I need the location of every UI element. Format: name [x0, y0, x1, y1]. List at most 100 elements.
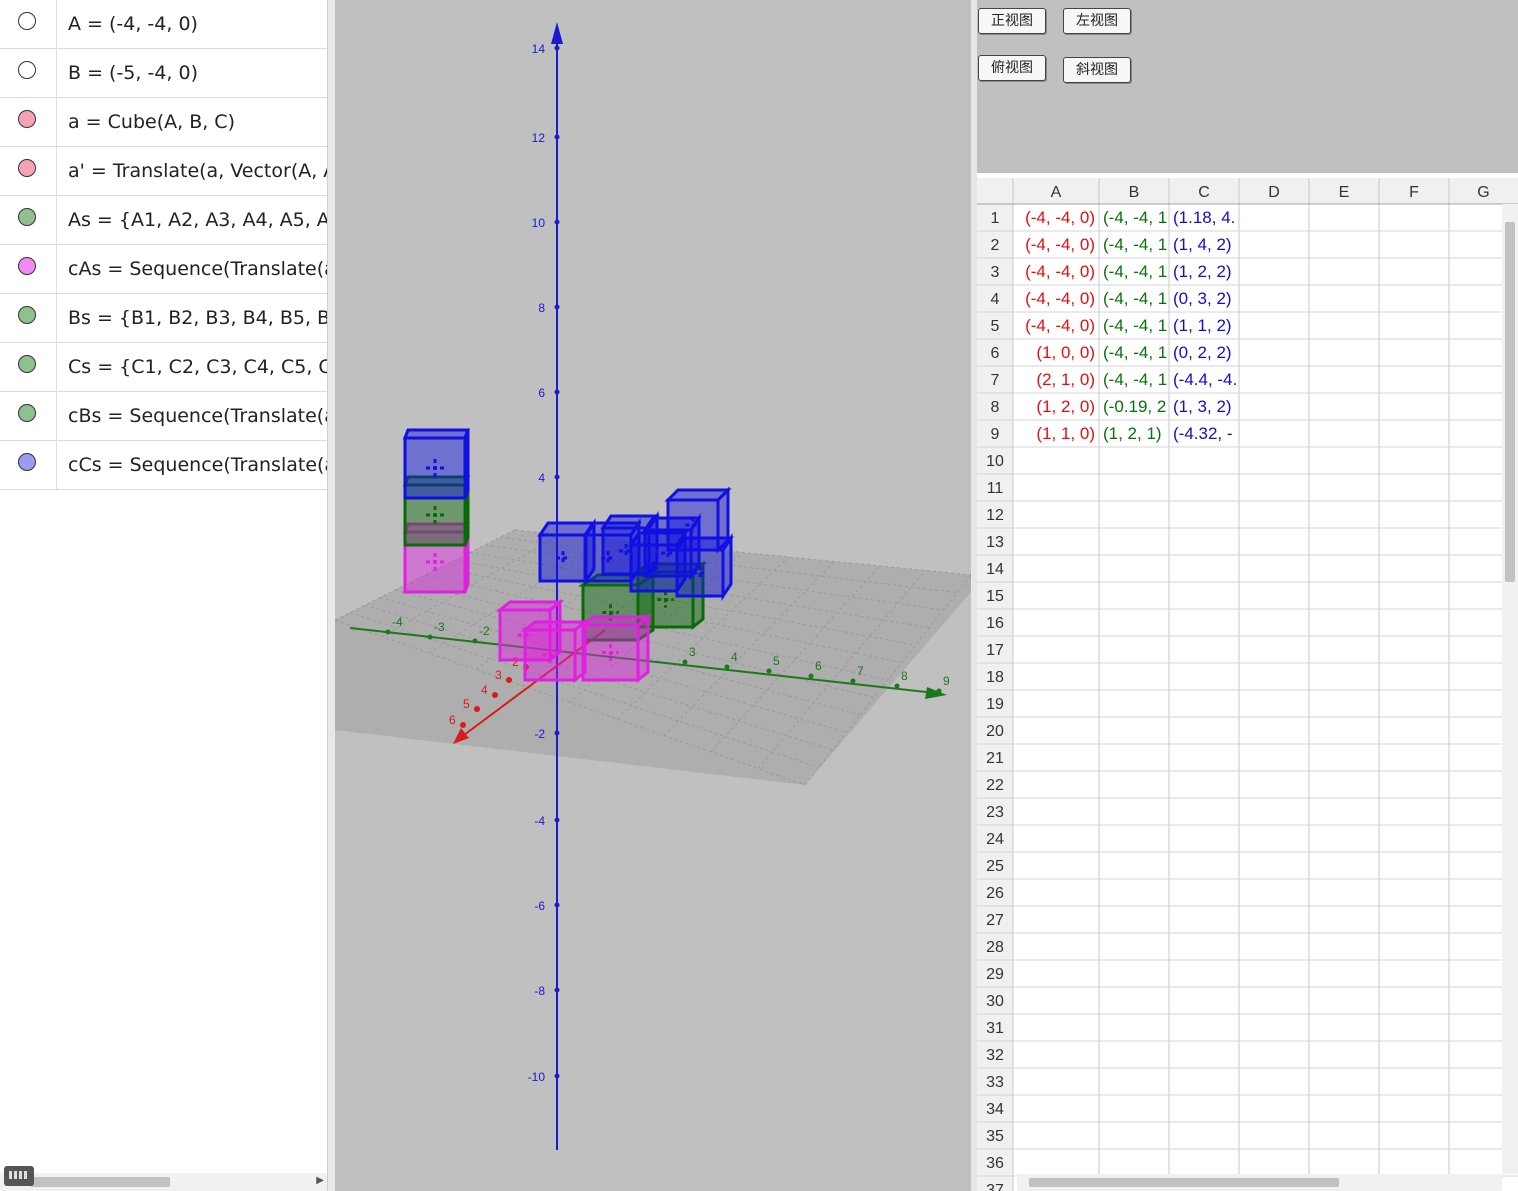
row-header[interactable]: 26: [986, 885, 1004, 902]
spreadsheet-vertical-scrollbar[interactable]: [1502, 204, 1518, 1174]
algebra-row[interactable]: B = (-5, -4, 0): [0, 49, 327, 98]
left-view-button[interactable]: 左视图: [1063, 8, 1131, 34]
spreadsheet-cell[interactable]: (-4, -4, 1: [1103, 262, 1167, 281]
algebra-expression[interactable]: B = (-5, -4, 0): [68, 62, 198, 84]
row-header[interactable]: 3: [991, 264, 1000, 281]
row-header[interactable]: 19: [986, 696, 1004, 713]
algebra-row[interactable]: A = (-4, -4, 0): [0, 0, 327, 49]
row-header[interactable]: 35: [986, 1128, 1004, 1145]
spreadsheet-cell[interactable]: (-4.4, -4.: [1173, 370, 1237, 389]
spreadsheet-cell[interactable]: (-4, -4, 1: [1103, 208, 1167, 227]
row-header[interactable]: 30: [986, 993, 1004, 1010]
row-header[interactable]: 37: [986, 1182, 1004, 1191]
spreadsheet-grid[interactable]: A B C D E F G123456789101112131415161718192021…: [977, 178, 1518, 1191]
spreadsheet-cell[interactable]: (1, 2, 0): [1036, 397, 1095, 416]
oblique-view-button[interactable]: 斜视图: [1063, 57, 1131, 83]
column-header[interactable]: A: [1051, 184, 1062, 201]
magenta-cube[interactable]: [578, 613, 653, 684]
algebra-row[interactable]: a = Cube(A, B, C): [0, 98, 327, 147]
column-header[interactable]: C: [1198, 184, 1210, 201]
column-header[interactable]: B: [1129, 184, 1140, 201]
blue-cube[interactable]: [402, 428, 471, 500]
visibility-toggle-icon[interactable]: [18, 159, 36, 177]
spreadsheet-cell[interactable]: (1.18, 4.: [1173, 208, 1235, 227]
column-header[interactable]: E: [1339, 184, 1350, 201]
visibility-toggle-icon[interactable]: [18, 404, 36, 422]
spreadsheet-cell[interactable]: (1, 2, 2): [1173, 262, 1232, 281]
row-header[interactable]: 4: [991, 291, 1000, 308]
algebra-row[interactable]: a' = Translate(a, Vector(A, A1: [0, 147, 327, 196]
scroll-right-icon[interactable]: ▶: [316, 1175, 324, 1186]
algebra-expression[interactable]: Cs = {C1, C2, C3, C4, C5, C6,: [68, 356, 327, 378]
visibility-toggle-icon[interactable]: [18, 257, 36, 275]
row-header[interactable]: 24: [986, 831, 1004, 848]
spreadsheet-cell[interactable]: (1, 4, 2): [1173, 235, 1232, 254]
spreadsheet-cell[interactable]: (-4, -4, 0): [1025, 316, 1095, 335]
row-header[interactable]: 8: [991, 399, 1000, 416]
algebra-expression[interactable]: cBs = Sequence(Translate(a, V: [68, 405, 327, 427]
row-header[interactable]: 7: [991, 372, 1000, 389]
row-header[interactable]: 18: [986, 669, 1004, 686]
scrollbar-thumb[interactable]: [30, 1177, 170, 1187]
spreadsheet-horizontal-scrollbar[interactable]: [1017, 1174, 1502, 1191]
spreadsheet-cell[interactable]: (-4, -4, 1: [1103, 289, 1167, 308]
row-header[interactable]: 2: [991, 237, 1000, 254]
spreadsheet-cell[interactable]: (0, 3, 2): [1173, 289, 1232, 308]
algebra-horizontal-scrollbar[interactable]: ▶: [0, 1173, 327, 1191]
spreadsheet-cell[interactable]: (-4, -4, 0): [1025, 235, 1095, 254]
spreadsheet-cell[interactable]: (2, 1, 0): [1036, 370, 1095, 389]
visibility-toggle-icon[interactable]: [18, 306, 36, 324]
column-header[interactable]: G: [1477, 184, 1489, 201]
spreadsheet-cell[interactable]: (1, 0, 0): [1036, 343, 1095, 362]
row-header[interactable]: 25: [986, 858, 1004, 875]
algebra-expression[interactable]: As = {A1, A2, A3, A4, A5, A6: [68, 209, 327, 231]
row-header[interactable]: 29: [986, 966, 1004, 983]
algebra-row[interactable]: Cs = {C1, C2, C3, C4, C5, C6,: [0, 343, 327, 392]
row-header[interactable]: 14: [986, 561, 1004, 578]
row-header[interactable]: 1: [991, 210, 1000, 227]
spreadsheet-cell[interactable]: (1, 1, 2): [1173, 316, 1232, 335]
algebra-row[interactable]: Bs = {B1, B2, B3, B4, B5, B6: [0, 294, 327, 343]
row-header[interactable]: 28: [986, 939, 1004, 956]
row-header[interactable]: 32: [986, 1047, 1004, 1064]
magenta-cube[interactable]: [520, 618, 590, 684]
row-header[interactable]: 36: [986, 1155, 1004, 1172]
algebra-expression[interactable]: cCs = Sequence(Translate(a, V: [68, 454, 327, 476]
row-header[interactable]: 22: [986, 777, 1004, 794]
spreadsheet-cell[interactable]: (0, 2, 2): [1173, 343, 1232, 362]
top-view-button[interactable]: 俯视图: [978, 55, 1046, 81]
row-header[interactable]: 31: [986, 1020, 1004, 1037]
scrollbar-thumb[interactable]: [1029, 1178, 1339, 1187]
algebra-row[interactable]: cBs = Sequence(Translate(a, V: [0, 392, 327, 441]
scrollbar-thumb[interactable]: [1505, 222, 1515, 582]
algebra-expression[interactable]: cAs = Sequence(Translate(a, V: [68, 258, 327, 280]
row-header[interactable]: 21: [986, 750, 1004, 767]
visibility-toggle-icon[interactable]: [18, 453, 36, 471]
front-view-button[interactable]: 正视图: [978, 8, 1046, 34]
column-header[interactable]: D: [1268, 184, 1280, 201]
spreadsheet-cell[interactable]: (-4, -4, 0): [1025, 262, 1095, 281]
spreadsheet-cell[interactable]: (-4, -4, 1: [1103, 235, 1167, 254]
spreadsheet-cell[interactable]: (-4, -4, 1: [1103, 370, 1167, 389]
blue-cube[interactable]: [664, 486, 732, 554]
algebra-expression[interactable]: a' = Translate(a, Vector(A, A1: [68, 160, 327, 182]
algebra-expression[interactable]: Bs = {B1, B2, B3, B4, B5, B6: [68, 307, 327, 329]
spreadsheet-cell[interactable]: (-4.32, -: [1173, 424, 1233, 443]
spreadsheet-cell[interactable]: (1, 2, 1): [1103, 424, 1162, 443]
row-header[interactable]: 10: [986, 453, 1004, 470]
row-header[interactable]: 11: [987, 480, 1004, 497]
row-header[interactable]: 16: [986, 615, 1004, 632]
visibility-toggle-icon[interactable]: [18, 208, 36, 226]
visibility-toggle-icon[interactable]: [18, 61, 36, 79]
spreadsheet-cell[interactable]: (-0.19, 2: [1103, 397, 1166, 416]
row-header[interactable]: 20: [986, 723, 1004, 740]
row-header[interactable]: 5: [991, 318, 1000, 335]
spreadsheet-cell[interactable]: (1, 3, 2): [1173, 397, 1232, 416]
row-header[interactable]: 6: [991, 345, 1000, 362]
algebra-row[interactable]: cCs = Sequence(Translate(a, V: [0, 441, 327, 490]
graphics-3d-view[interactable]: 14 12 10 8 6 4 -2 -4 -6 -8 -10 -4 -3 -2 3 4 5 6 7 8 9 23456: [335, 0, 971, 1191]
row-header[interactable]: 33: [986, 1074, 1004, 1091]
visibility-toggle-icon[interactable]: [18, 110, 36, 128]
row-header[interactable]: 15: [986, 588, 1004, 605]
spreadsheet-cell[interactable]: (-4, -4, 0): [1025, 208, 1095, 227]
